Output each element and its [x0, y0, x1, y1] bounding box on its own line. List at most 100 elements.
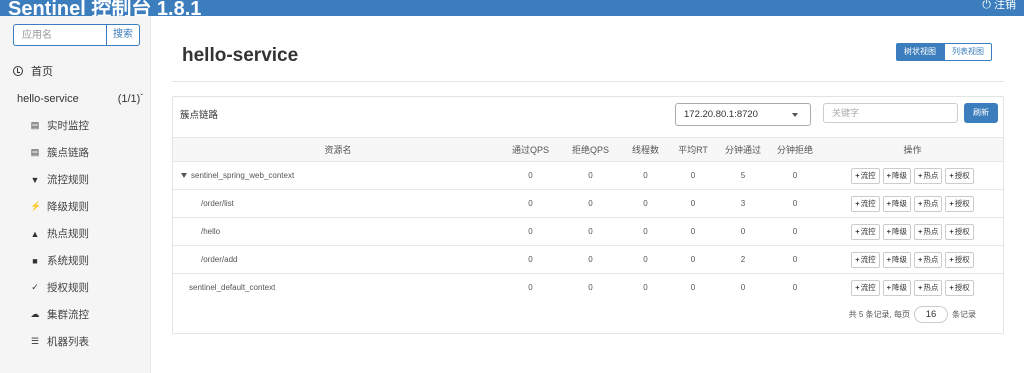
refresh-button[interactable]: 刷新	[964, 103, 998, 123]
plus-icon: +	[886, 254, 891, 264]
degrade-rule-button[interactable]: +降级	[882, 223, 911, 240]
sidebar-item-label: 系统规则	[47, 255, 89, 267]
flow-rule-button[interactable]: +流控	[851, 279, 880, 296]
list-view-button[interactable]: 列表视图	[944, 43, 992, 61]
search-button[interactable]: 搜索	[106, 24, 140, 46]
logout-link[interactable]: ⏻ 注销	[982, 0, 1016, 11]
op-label: 热点	[923, 170, 939, 180]
plus-icon: +	[918, 170, 923, 180]
panel-title: 簇点链路	[180, 110, 219, 121]
metric-cell: 0	[623, 189, 668, 218]
tree-view-button[interactable]: 树状视图	[896, 43, 944, 61]
fire-icon: ▲	[30, 228, 40, 239]
op-label: 授权	[954, 198, 970, 208]
sidebar-item-label: 授权规则	[47, 282, 89, 294]
hotspot-rule-button[interactable]: +热点	[914, 251, 943, 268]
sidebar-item-machine-list[interactable]: ☰ 机器列表	[0, 328, 151, 355]
flow-rule-button[interactable]: +流控	[851, 195, 880, 212]
op-label: 授权	[954, 254, 970, 264]
dashboard-icon	[13, 66, 23, 76]
sidebar-item-label: 热点规则	[47, 228, 89, 240]
main-content: hello-service 树状视图 列表视图 簇点链路 172.20.80.1…	[151, 16, 1024, 373]
lock-icon: ■	[32, 255, 38, 266]
resource-panel: 簇点链路 172.20.80.1:8720 刷新 资源名 通过QPS 拒绝QPS…	[172, 96, 1004, 334]
table-row: /order/add 0 0 0 0 2 0 +流控 +降级 +热点 +授权	[173, 245, 1003, 274]
metric-cell: 0	[503, 245, 558, 274]
top-navbar: Sentinel 控制台 1.8.1 ⏻ 注销	[0, 0, 1024, 16]
keyword-input[interactable]	[823, 103, 958, 123]
sidebar-item-authority-rules[interactable]: ✓ 授权规则	[0, 274, 151, 301]
machine-select-value: 172.20.80.1:8720	[684, 109, 758, 120]
authority-rule-button[interactable]: +授权	[945, 167, 974, 184]
th-list-icon: ☰	[30, 336, 40, 346]
sidebar-item-cluster-point-chain[interactable]: ▤ 簇点链路	[0, 139, 151, 166]
flow-rule-button[interactable]: +流控	[851, 251, 880, 268]
authority-rule-button[interactable]: +授权	[945, 279, 974, 296]
flow-rule-button[interactable]: +流控	[851, 223, 880, 240]
col-block-qps: 拒绝QPS	[558, 137, 623, 162]
sidebar-item-label: 降级规则	[47, 201, 89, 213]
op-label: 流控	[860, 226, 876, 236]
app-search-input[interactable]	[13, 24, 106, 46]
sidebar-item-realtime-monitor[interactable]: ▤ 实时监控	[0, 112, 151, 139]
chart-icon: ▤	[30, 120, 40, 130]
degrade-rule-button[interactable]: +降级	[882, 195, 911, 212]
metric-cell: 0	[768, 161, 822, 190]
panel-header: 簇点链路 172.20.80.1:8720 刷新	[173, 97, 1003, 137]
sidebar-item-label: 流控规则	[47, 174, 89, 186]
sidebar-item-system-rules[interactable]: ■ 系统规则	[0, 247, 151, 274]
sidebar-item-degrade-rules[interactable]: ⚡ 降级规则	[0, 193, 151, 220]
sidebar-item-flow-rules[interactable]: ▼ 流控规则	[0, 166, 151, 193]
plus-icon: +	[886, 226, 891, 236]
metric-cell: 0	[668, 273, 718, 302]
degrade-rule-button[interactable]: +降级	[882, 251, 911, 268]
app-item-hello-service[interactable]: hello-service (1/1)ˇ	[0, 87, 151, 109]
degrade-rule-button[interactable]: +降级	[882, 167, 911, 184]
op-label: 热点	[923, 226, 939, 236]
plus-icon: +	[886, 282, 891, 292]
page-size-input[interactable]: 16	[914, 306, 948, 323]
plus-icon: +	[855, 282, 860, 292]
metric-cell: 0	[718, 217, 768, 246]
hotspot-rule-button[interactable]: +热点	[914, 279, 943, 296]
sidebar-item-label: 机器列表	[47, 336, 89, 348]
operations-cell: +流控 +降级 +热点 +授权	[822, 161, 1003, 190]
resource-name: /order/list	[201, 199, 234, 208]
metric-cell: 0	[623, 161, 668, 190]
sidebar-item-hotspot-rules[interactable]: ▲ 热点规则	[0, 220, 151, 247]
metric-cell: 0	[768, 273, 822, 302]
op-label: 降级	[892, 198, 907, 208]
degrade-rule-button[interactable]: +降级	[882, 279, 911, 296]
op-label: 流控	[860, 254, 876, 264]
sidebar-item-cluster-flow[interactable]: ☁ 集群流控	[0, 301, 151, 328]
resource-name: sentinel_default_context	[189, 283, 276, 293]
plus-icon: +	[918, 254, 923, 264]
operation-buttons: +流控 +降级 +热点 +授权	[822, 251, 1003, 268]
hotspot-rule-button[interactable]: +热点	[914, 223, 943, 240]
resource-name-cell: sentinel_default_context	[173, 273, 503, 302]
authority-rule-button[interactable]: +授权	[945, 195, 974, 212]
plus-icon: +	[855, 254, 860, 264]
metric-cell: 0	[668, 161, 718, 190]
pager-prefix: 共 5 条记录, 每页	[848, 310, 910, 319]
op-label: 降级	[892, 226, 907, 236]
resource-table: 资源名 通过QPS 拒绝QPS 线程数 平均RT 分钟通过 分钟拒绝 操作 se…	[173, 137, 1003, 302]
flow-rule-button[interactable]: +流控	[851, 167, 880, 184]
machine-select[interactable]: 172.20.80.1:8720	[675, 103, 811, 126]
op-label: 热点	[923, 282, 939, 292]
authority-rule-button[interactable]: +授权	[945, 251, 974, 268]
logout-label: 注销	[994, 0, 1016, 11]
hotspot-rule-button[interactable]: +热点	[914, 167, 943, 184]
resource-name: /order/add	[201, 255, 238, 264]
hotspot-rule-button[interactable]: +热点	[914, 195, 943, 212]
caret-down-icon[interactable]	[181, 173, 187, 179]
metric-cell: 0	[623, 217, 668, 246]
home-link[interactable]: 首页	[13, 63, 53, 79]
authority-rule-button[interactable]: +授权	[945, 223, 974, 240]
brand-title[interactable]: Sentinel 控制台 1.8.1	[8, 0, 201, 16]
app-menu: ▤ 实时监控 ▤ 簇点链路 ▼ 流控规则 ⚡ 降级规则 ▲ 热点规则 ■ 系统规则 ✓ 授权规…	[0, 112, 151, 355]
metric-cell: 0	[668, 189, 718, 218]
table-header-row: 资源名 通过QPS 拒绝QPS 线程数 平均RT 分钟通过 分钟拒绝 操作	[173, 137, 1003, 162]
app-count-text: (1/1)	[117, 93, 141, 105]
view-toggle: 树状视图 列表视图	[896, 43, 992, 61]
